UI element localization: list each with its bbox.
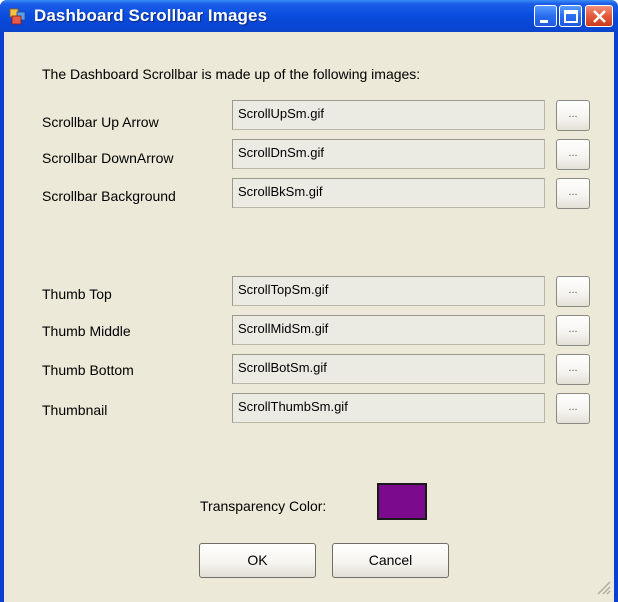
scrollbar-background-browse-button[interactable]: ... — [556, 178, 590, 209]
scrollbar-down-arrow-browse-button[interactable]: ... — [556, 139, 590, 170]
thumbnail-label: Thumbnail — [42, 402, 108, 418]
thumb-bottom-browse-button[interactable]: ... — [556, 354, 590, 385]
scrollbar-up-arrow-field[interactable]: ScrollUpSm.gif — [232, 100, 545, 130]
close-button[interactable] — [585, 5, 613, 27]
thumb-top-label: Thumb Top — [42, 286, 112, 302]
maximize-icon — [564, 10, 578, 23]
thumbnail-field[interactable]: ScrollThumbSm.gif — [232, 393, 545, 423]
cancel-button[interactable]: Cancel — [332, 543, 449, 578]
thumbnail-browse-button[interactable]: ... — [556, 393, 590, 424]
scrollbar-down-arrow-field[interactable]: ScrollDnSm.gif — [232, 139, 545, 169]
thumb-bottom-label: Thumb Bottom — [42, 362, 134, 378]
thumb-middle-browse-button[interactable]: ... — [556, 315, 590, 346]
app-icon — [9, 8, 26, 25]
scrollbar-background-label: Scrollbar Background — [42, 188, 176, 204]
transparency-color-label: Transparency Color: — [200, 498, 327, 514]
thumb-middle-label: Thumb Middle — [42, 323, 131, 339]
scrollbar-up-arrow-label: Scrollbar Up Arrow — [42, 114, 159, 130]
thumb-bottom-field[interactable]: ScrollBotSm.gif — [232, 354, 545, 384]
dialog-window: Dashboard Scrollbar Images The Dashboard… — [0, 0, 618, 602]
thumb-top-browse-button[interactable]: ... — [556, 276, 590, 307]
thumb-middle-field[interactable]: ScrollMidSm.gif — [232, 315, 545, 345]
maximize-button[interactable] — [559, 5, 582, 27]
close-icon — [593, 10, 606, 23]
window-title: Dashboard Scrollbar Images — [34, 6, 268, 25]
resize-grip-icon[interactable] — [592, 576, 612, 596]
scrollbar-background-field[interactable]: ScrollBkSm.gif — [232, 178, 545, 208]
scrollbar-down-arrow-label: Scrollbar DownArrow — [42, 150, 174, 166]
minimize-icon — [540, 20, 548, 23]
ok-button[interactable]: OK — [199, 543, 316, 578]
dialog-body: The Dashboard Scrollbar is made up of th… — [4, 32, 614, 602]
transparency-color-swatch[interactable] — [377, 483, 427, 520]
instructions-text: The Dashboard Scrollbar is made up of th… — [42, 66, 421, 82]
thumb-top-field[interactable]: ScrollTopSm.gif — [232, 276, 545, 306]
title-bar[interactable]: Dashboard Scrollbar Images — [0, 0, 618, 32]
scrollbar-up-arrow-browse-button[interactable]: ... — [556, 100, 590, 131]
minimize-button[interactable] — [534, 5, 557, 27]
